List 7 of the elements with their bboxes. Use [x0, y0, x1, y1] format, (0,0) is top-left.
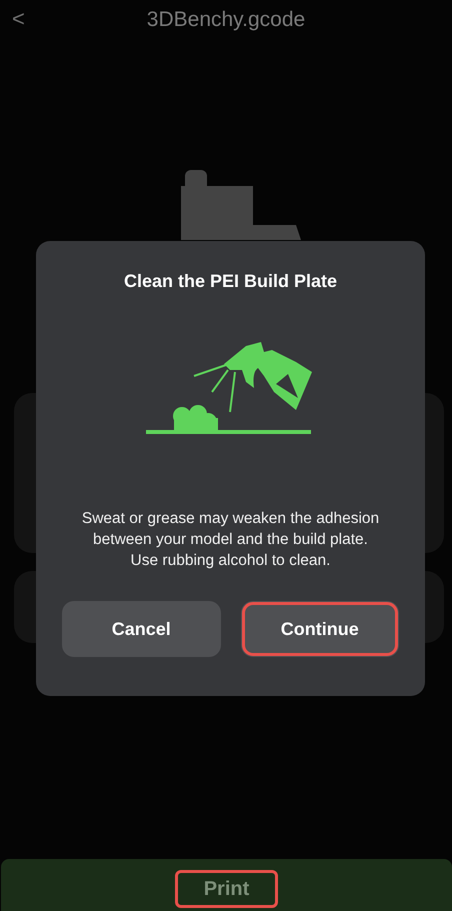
cancel-button[interactable]: Cancel [62, 601, 220, 657]
dialog-title: Clean the PEI Build Plate [124, 271, 338, 292]
continue-button[interactable]: Continue [240, 601, 399, 657]
dialog-message: Sweat or grease may weaken the adhesion between your model and the build plate. Use rubbing alcohol to clean. [80, 509, 380, 571]
print-button[interactable]: Print [1, 859, 452, 911]
screen-title: 3DBenchy.gcode [146, 8, 306, 32]
back-button[interactable]: < [6, 4, 31, 34]
